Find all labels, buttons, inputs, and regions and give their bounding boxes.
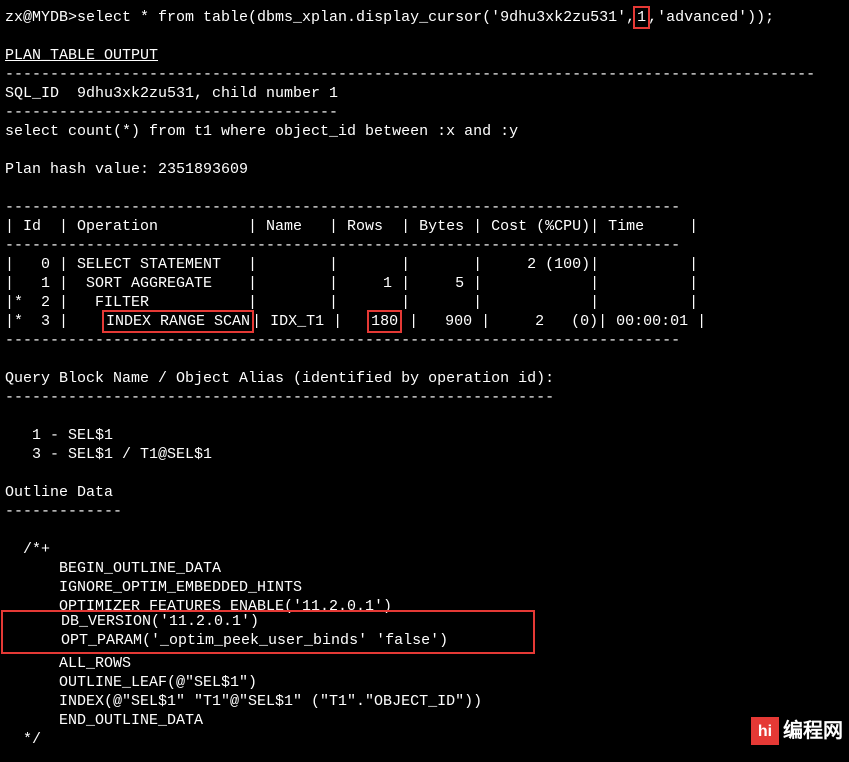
hint-ignore-embedded: IGNORE_OPTIM_EMBEDDED_HINTS	[5, 579, 302, 596]
terminal-output[interactable]: zx@MYDB>select * from table(dbms_xplan.d…	[0, 0, 849, 757]
plan-row-2-pre: |* 2 |	[5, 294, 95, 311]
plan-row-0: | 0 | SELECT STATEMENT | | | | 2 (100)| …	[5, 256, 698, 273]
plan-row-3-mid: | IDX_T1 |	[252, 313, 369, 330]
query-block-dash: ----------------------------------------…	[5, 389, 554, 406]
hint-end-outline: END_OUTLINE_DATA	[5, 712, 203, 729]
outline-dash: -------------	[5, 503, 122, 520]
query-block-title: Query Block Name / Object Alias (identif…	[5, 370, 554, 387]
hint-open: /*+	[5, 541, 50, 558]
hint-begin-outline: BEGIN_OUTLINE_DATA	[5, 560, 221, 577]
qblock-entry-3: 3 - SEL$1 / T1@SEL$1	[5, 446, 212, 463]
plan-row-2-filter: FILTER	[95, 294, 149, 311]
plan-row-3-pre: |* 3 |	[5, 313, 104, 330]
plan-table-output-header: PLAN_TABLE_OUTPUT	[5, 47, 158, 64]
hint-outline-leaf: OUTLINE_LEAF(@"SEL$1")	[5, 674, 257, 691]
outline-title: Outline Data	[5, 484, 113, 501]
watermark-icon: hi	[751, 717, 779, 745]
hint-index: INDEX(@"SEL$1" "T1"@"SEL$1" ("T1"."OBJEC…	[5, 693, 482, 710]
sql-id-dash: -------------------------------------	[5, 104, 338, 121]
horizontal-rule: ----------------------------------------…	[5, 66, 815, 83]
hint-db-version: DB_VERSION('11.2.0.1')	[61, 613, 259, 630]
command-post: ,'advanced'));	[648, 9, 774, 26]
plan-table-hr: ----------------------------------------…	[5, 199, 680, 216]
plan-hash: Plan hash value: 2351893609	[5, 161, 248, 178]
highlight-opt-param-block: DB_VERSION('11.2.0.1') OPT_PARAM('_optim…	[1, 610, 535, 654]
plan-table-hr: ----------------------------------------…	[5, 332, 680, 349]
plan-row-1: | 1 | SORT AGGREGATE | | 1 | 5 | | |	[5, 275, 698, 292]
highlight-index-range-scan: INDEX RANGE SCAN	[102, 310, 254, 333]
watermark: hi 编程网	[747, 715, 847, 747]
highlight-rows-180: 180	[367, 310, 402, 333]
plan-table-header: | Id | Operation | Name | Rows | Bytes |…	[5, 218, 698, 235]
hint-close: */	[5, 731, 41, 748]
hint-all-rows: ALL_ROWS	[5, 655, 131, 672]
hint-opt-param: OPT_PARAM('_optim_peek_user_binds' 'fals…	[61, 632, 448, 649]
prompt: zx@MYDB>	[5, 9, 77, 26]
plan-table-hr: ----------------------------------------…	[5, 237, 680, 254]
command-pre: select * from table(dbms_xplan.display_c…	[77, 9, 635, 26]
plan-row-2-post: | | | | | |	[149, 294, 698, 311]
query-text: select count(*) from t1 where object_id …	[5, 123, 518, 140]
plan-row-3-post: | 900 | 2 (0)| 00:00:01 |	[400, 313, 706, 330]
sql-id-line: SQL_ID 9dhu3xk2zu531, child number 1	[5, 85, 338, 102]
qblock-entry-1: 1 - SEL$1	[5, 427, 113, 444]
watermark-text: 编程网	[783, 722, 843, 741]
